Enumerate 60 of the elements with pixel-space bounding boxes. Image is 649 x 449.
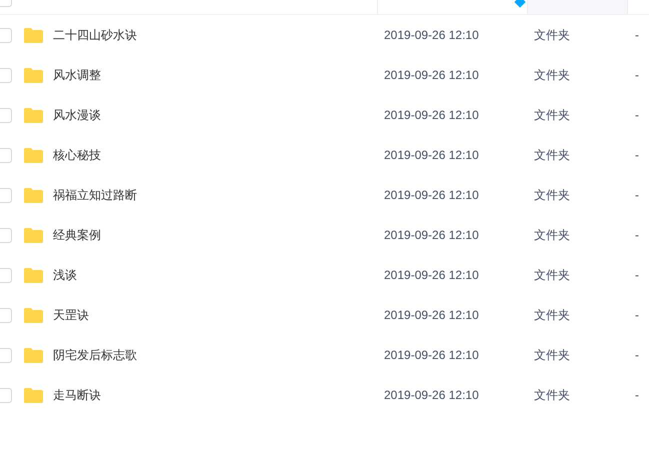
file-size: - [634,187,639,204]
folder-icon [23,346,44,364]
file-size: - [634,227,639,244]
modified-time: 2019-09-26 12:10 [383,147,480,164]
file-type: 文件夹 [533,307,571,324]
file-type: 文件夹 [533,347,571,364]
folder-icon [23,146,44,164]
modified-time: 2019-09-26 12:10 [383,267,480,284]
folder-icon [23,306,44,324]
file-type: 文件夹 [533,27,571,44]
file-name[interactable]: 经典案例 [53,226,101,244]
modified-time: 2019-09-26 12:10 [383,187,480,204]
file-type: 文件夹 [533,227,571,244]
file-type: 文件夹 [533,147,571,164]
folder-icon [23,386,44,404]
file-size: - [634,267,639,284]
file-name[interactable]: 天罡诀 [53,306,89,324]
folder-icon [23,186,44,204]
file-name[interactable]: 浅谈 [53,266,77,284]
modified-time: 2019-09-26 12:10 [383,347,480,364]
checkbox[interactable] [0,188,12,202]
folder-icon [23,106,44,124]
file-name[interactable]: 二十四山砂水诀 [53,26,137,44]
file-name[interactable]: 祸福立知过路断 [53,186,137,204]
file-size: - [634,307,639,324]
checkbox[interactable] [0,28,12,42]
checkbox[interactable] [0,308,12,322]
checkbox[interactable] [0,148,12,162]
folder-icon [23,66,44,84]
modified-time: 2019-09-26 12:10 [383,107,480,124]
file-name[interactable]: 风水漫谈 [53,106,101,124]
file-name[interactable]: 风水调整 [53,66,101,84]
file-type: 文件夹 [533,107,571,124]
folder-icon [23,266,44,284]
modified-time: 2019-09-26 12:10 [383,67,480,84]
checkbox[interactable] [0,108,12,122]
checkbox[interactable] [0,388,12,402]
file-name[interactable]: 核心秘技 [53,146,101,164]
modified-time: 2019-09-26 12:10 [383,227,480,244]
checkbox[interactable] [0,268,12,282]
file-size: - [634,107,639,124]
file-size: - [634,147,639,164]
file-type: 文件夹 [533,387,571,404]
file-type: 文件夹 [533,67,571,84]
file-size: - [634,387,639,404]
file-name[interactable]: 走马断诀 [53,386,101,404]
file-size: - [634,27,639,44]
file-name[interactable]: 阴宅发后标志歌 [53,346,137,364]
modified-time: 2019-09-26 12:10 [383,387,480,404]
modified-time: 2019-09-26 12:10 [383,27,480,44]
folder-icon [23,226,44,244]
file-size: - [634,67,639,84]
checkbox[interactable] [0,68,12,82]
file-type: 文件夹 [533,267,571,284]
folder-icon [23,26,44,44]
file-type: 文件夹 [533,187,571,204]
checkbox[interactable] [0,228,12,242]
modified-time: 2019-09-26 12:10 [383,307,480,324]
file-size: - [634,347,639,364]
checkbox[interactable] [0,348,12,362]
